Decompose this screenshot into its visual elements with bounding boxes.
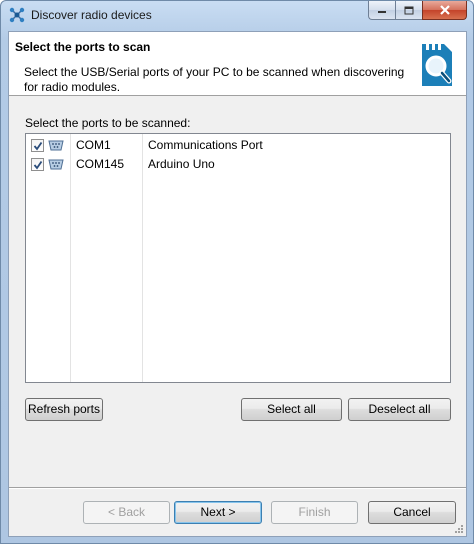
serial-port-icon xyxy=(48,159,64,170)
refresh-ports-button[interactable]: Refresh ports xyxy=(25,398,103,421)
port-row-com1[interactable]: COM1 Communications Port xyxy=(26,136,450,155)
port-name: COM145 xyxy=(76,157,125,171)
ports-list-label: Select the ports to be scanned: xyxy=(25,116,191,130)
resize-grip-icon[interactable] xyxy=(453,523,464,534)
serial-port-icon xyxy=(48,140,64,151)
page-title: Select the ports to scan xyxy=(15,40,151,54)
port-scan-icon xyxy=(422,44,452,86)
checkmark-icon xyxy=(33,141,42,150)
port-checkbox-com145[interactable] xyxy=(31,158,44,171)
port-description: Arduino Uno xyxy=(148,157,215,171)
port-description: Communications Port xyxy=(148,138,263,152)
ports-list[interactable]: COM1 Communications Port COM145 Arduino … xyxy=(25,133,451,383)
radio-network-icon xyxy=(9,7,25,23)
title-bar[interactable]: Discover radio devices xyxy=(1,1,473,29)
next-button[interactable]: Next > xyxy=(174,501,262,524)
cancel-button[interactable]: Cancel xyxy=(368,501,456,524)
caption-buttons xyxy=(368,1,467,21)
port-name: COM1 xyxy=(76,138,111,152)
dialog-window: Discover radio devices Select the ports … xyxy=(0,0,474,544)
dialog-client-area: Select the ports to scan Select the USB/… xyxy=(8,31,467,537)
maximize-button[interactable] xyxy=(395,1,422,20)
deselect-all-button[interactable]: Deselect all xyxy=(348,398,451,421)
window-title: Discover radio devices xyxy=(31,8,152,22)
minimize-icon xyxy=(378,11,386,13)
port-checkbox-com1[interactable] xyxy=(31,139,44,152)
page-description: Select the USB/Serial ports of your PC t… xyxy=(24,65,405,94)
maximize-icon xyxy=(404,6,414,14)
close-icon xyxy=(439,5,450,15)
checkmark-icon xyxy=(33,160,42,169)
minimize-button[interactable] xyxy=(368,1,395,20)
close-button[interactable] xyxy=(422,1,467,20)
button-bar-separator xyxy=(9,487,466,489)
port-row-com145[interactable]: COM145 Arduino Uno xyxy=(26,155,450,174)
wizard-header: Select the ports to scan Select the USB/… xyxy=(9,32,466,96)
back-button[interactable]: < Back xyxy=(83,501,170,524)
finish-button[interactable]: Finish xyxy=(271,501,358,524)
select-all-button[interactable]: Select all xyxy=(241,398,342,421)
